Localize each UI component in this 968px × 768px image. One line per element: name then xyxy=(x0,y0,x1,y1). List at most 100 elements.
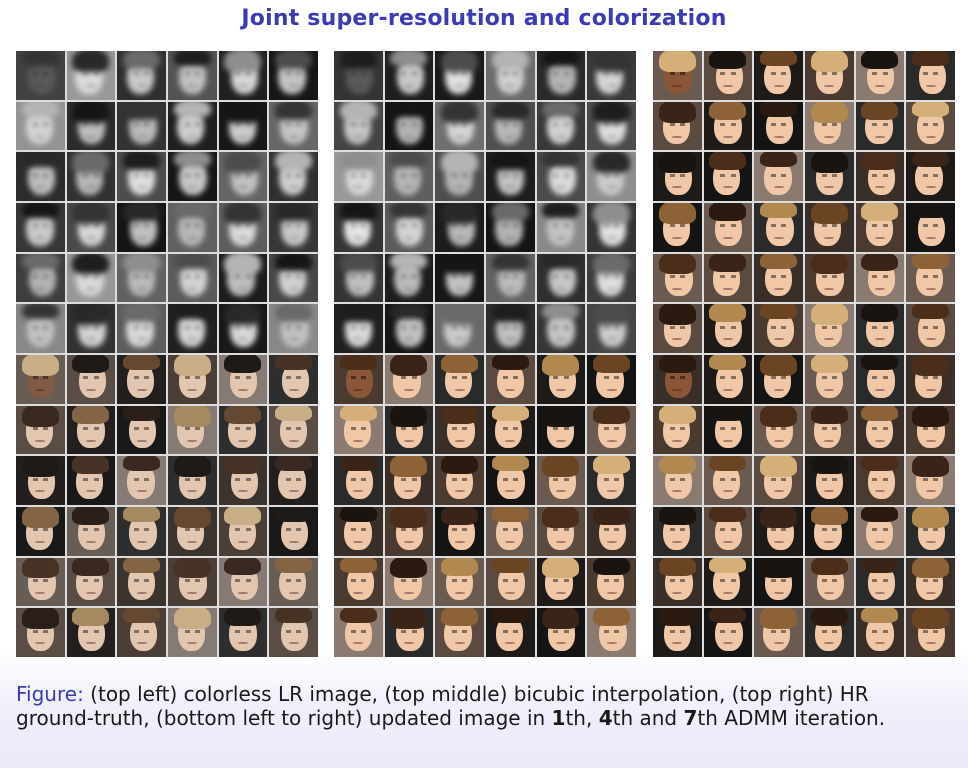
face-thumbnail xyxy=(16,507,65,556)
face-thumbnail xyxy=(906,304,955,353)
face-thumbnail xyxy=(218,152,268,201)
face-thumbnail xyxy=(117,253,166,303)
figure-panel-right xyxy=(653,51,955,657)
face-thumbnail xyxy=(269,355,318,404)
face-thumbnail xyxy=(168,152,217,201)
face-thumbnail xyxy=(754,507,803,556)
hr-ground-truth-grid xyxy=(653,51,955,353)
admm-iteration-1-grid xyxy=(16,355,318,657)
face-thumbnail xyxy=(855,203,905,252)
face-thumbnail xyxy=(66,456,116,505)
face-thumbnail xyxy=(16,456,65,505)
face-thumbnail xyxy=(16,405,65,455)
face-thumbnail xyxy=(384,253,434,303)
face-thumbnail xyxy=(536,203,586,252)
face-thumbnail xyxy=(653,456,702,505)
face-thumbnail xyxy=(855,304,905,353)
face-thumbnail xyxy=(334,304,383,353)
face-thumbnail xyxy=(269,405,318,455)
figure-panel-left xyxy=(16,51,318,657)
face-thumbnail xyxy=(269,557,318,607)
face-thumbnail xyxy=(117,405,166,455)
face-thumbnail xyxy=(218,253,268,303)
face-thumbnail xyxy=(269,253,318,303)
face-thumbnail xyxy=(218,507,268,556)
face-thumbnail xyxy=(269,304,318,353)
face-thumbnail xyxy=(117,557,166,607)
admm-iteration-4-grid xyxy=(334,355,636,657)
face-thumbnail xyxy=(218,557,268,607)
figure-label: Figure: xyxy=(16,682,84,706)
face-thumbnail xyxy=(805,203,854,252)
face-thumbnail xyxy=(16,304,65,353)
face-thumbnail xyxy=(754,51,803,100)
slide-title: Joint super-resolution and colorization xyxy=(241,6,727,31)
face-thumbnail xyxy=(855,507,905,556)
face-thumbnail xyxy=(536,304,586,353)
face-thumbnail xyxy=(269,101,318,151)
face-thumbnail xyxy=(855,405,905,455)
face-thumbnail xyxy=(435,304,484,353)
face-thumbnail xyxy=(168,405,217,455)
face-thumbnail xyxy=(334,507,383,556)
face-thumbnail xyxy=(653,557,702,607)
face-thumbnail xyxy=(754,608,803,657)
face-thumbnail xyxy=(805,507,854,556)
face-thumbnail xyxy=(218,304,268,353)
face-thumbnail xyxy=(855,101,905,151)
face-thumbnail xyxy=(435,557,484,607)
face-thumbnail xyxy=(754,557,803,607)
face-thumbnail xyxy=(384,203,434,252)
face-thumbnail xyxy=(384,557,434,607)
face-thumbnail xyxy=(703,51,753,100)
face-thumbnail xyxy=(754,355,803,404)
face-thumbnail xyxy=(435,51,484,100)
face-thumbnail xyxy=(754,456,803,505)
face-thumbnail xyxy=(435,456,484,505)
face-thumbnail xyxy=(855,557,905,607)
face-thumbnail xyxy=(66,355,116,404)
face-thumbnail xyxy=(653,203,702,252)
face-thumbnail xyxy=(805,253,854,303)
face-thumbnail xyxy=(435,355,484,404)
face-thumbnail xyxy=(653,51,702,100)
face-thumbnail xyxy=(384,304,434,353)
face-thumbnail xyxy=(218,51,268,100)
face-thumbnail xyxy=(536,51,586,100)
face-thumbnail xyxy=(703,456,753,505)
face-thumbnail xyxy=(906,355,955,404)
face-thumbnail xyxy=(805,608,854,657)
face-thumbnail xyxy=(536,152,586,201)
face-thumbnail xyxy=(855,456,905,505)
face-thumbnail xyxy=(117,355,166,404)
caption-iter-7: 7 xyxy=(683,706,698,730)
face-thumbnail xyxy=(906,203,955,252)
face-thumbnail xyxy=(536,355,586,404)
face-thumbnail xyxy=(486,355,535,404)
face-thumbnail xyxy=(16,152,65,201)
face-thumbnail xyxy=(754,203,803,252)
face-thumbnail xyxy=(486,608,535,657)
face-thumbnail xyxy=(653,304,702,353)
face-thumbnail xyxy=(906,456,955,505)
face-thumbnail xyxy=(587,203,636,252)
face-thumbnail xyxy=(168,304,217,353)
face-thumbnail xyxy=(269,152,318,201)
face-thumbnail xyxy=(168,456,217,505)
face-thumbnail xyxy=(269,203,318,252)
face-thumbnail xyxy=(653,507,702,556)
face-thumbnail xyxy=(855,152,905,201)
face-thumbnail xyxy=(805,152,854,201)
face-thumbnail xyxy=(66,608,116,657)
face-thumbnail xyxy=(805,51,854,100)
face-thumbnail xyxy=(384,456,434,505)
face-thumbnail xyxy=(703,152,753,201)
face-thumbnail xyxy=(435,253,484,303)
face-thumbnail xyxy=(269,51,318,100)
face-thumbnail xyxy=(703,405,753,455)
figure-caption: Figure: (top left) colorless LR image, (… xyxy=(16,682,946,730)
face-thumbnail xyxy=(218,355,268,404)
face-thumbnail xyxy=(587,608,636,657)
face-thumbnail xyxy=(66,557,116,607)
face-thumbnail xyxy=(117,507,166,556)
